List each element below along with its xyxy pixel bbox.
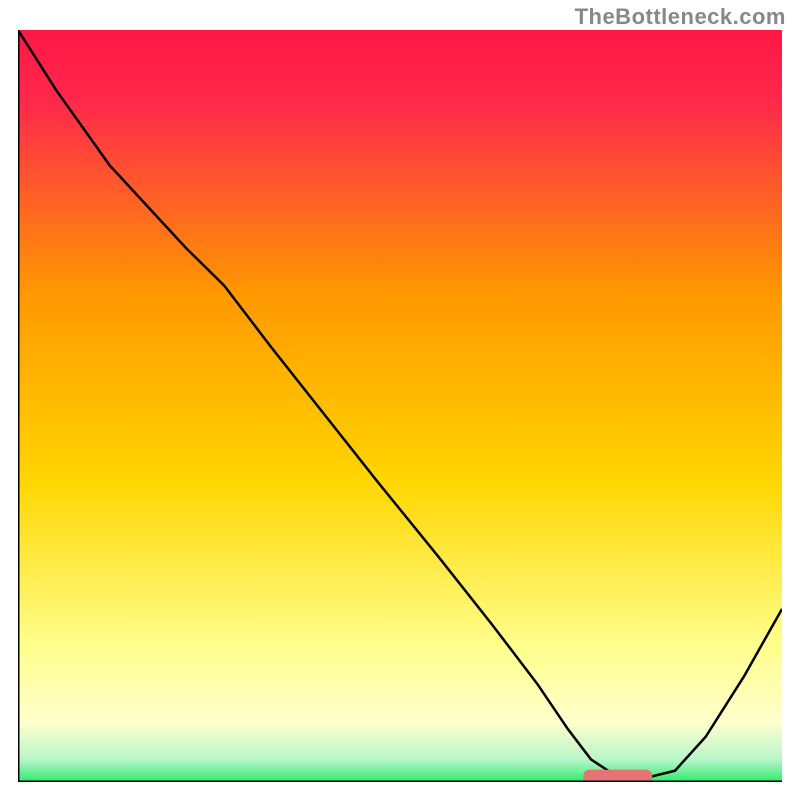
gradient-background xyxy=(18,30,782,782)
optimal-marker xyxy=(583,770,652,782)
attribution-text: TheBottleneck.com xyxy=(575,4,786,30)
chart-svg xyxy=(18,30,782,782)
plot-area xyxy=(18,30,782,782)
